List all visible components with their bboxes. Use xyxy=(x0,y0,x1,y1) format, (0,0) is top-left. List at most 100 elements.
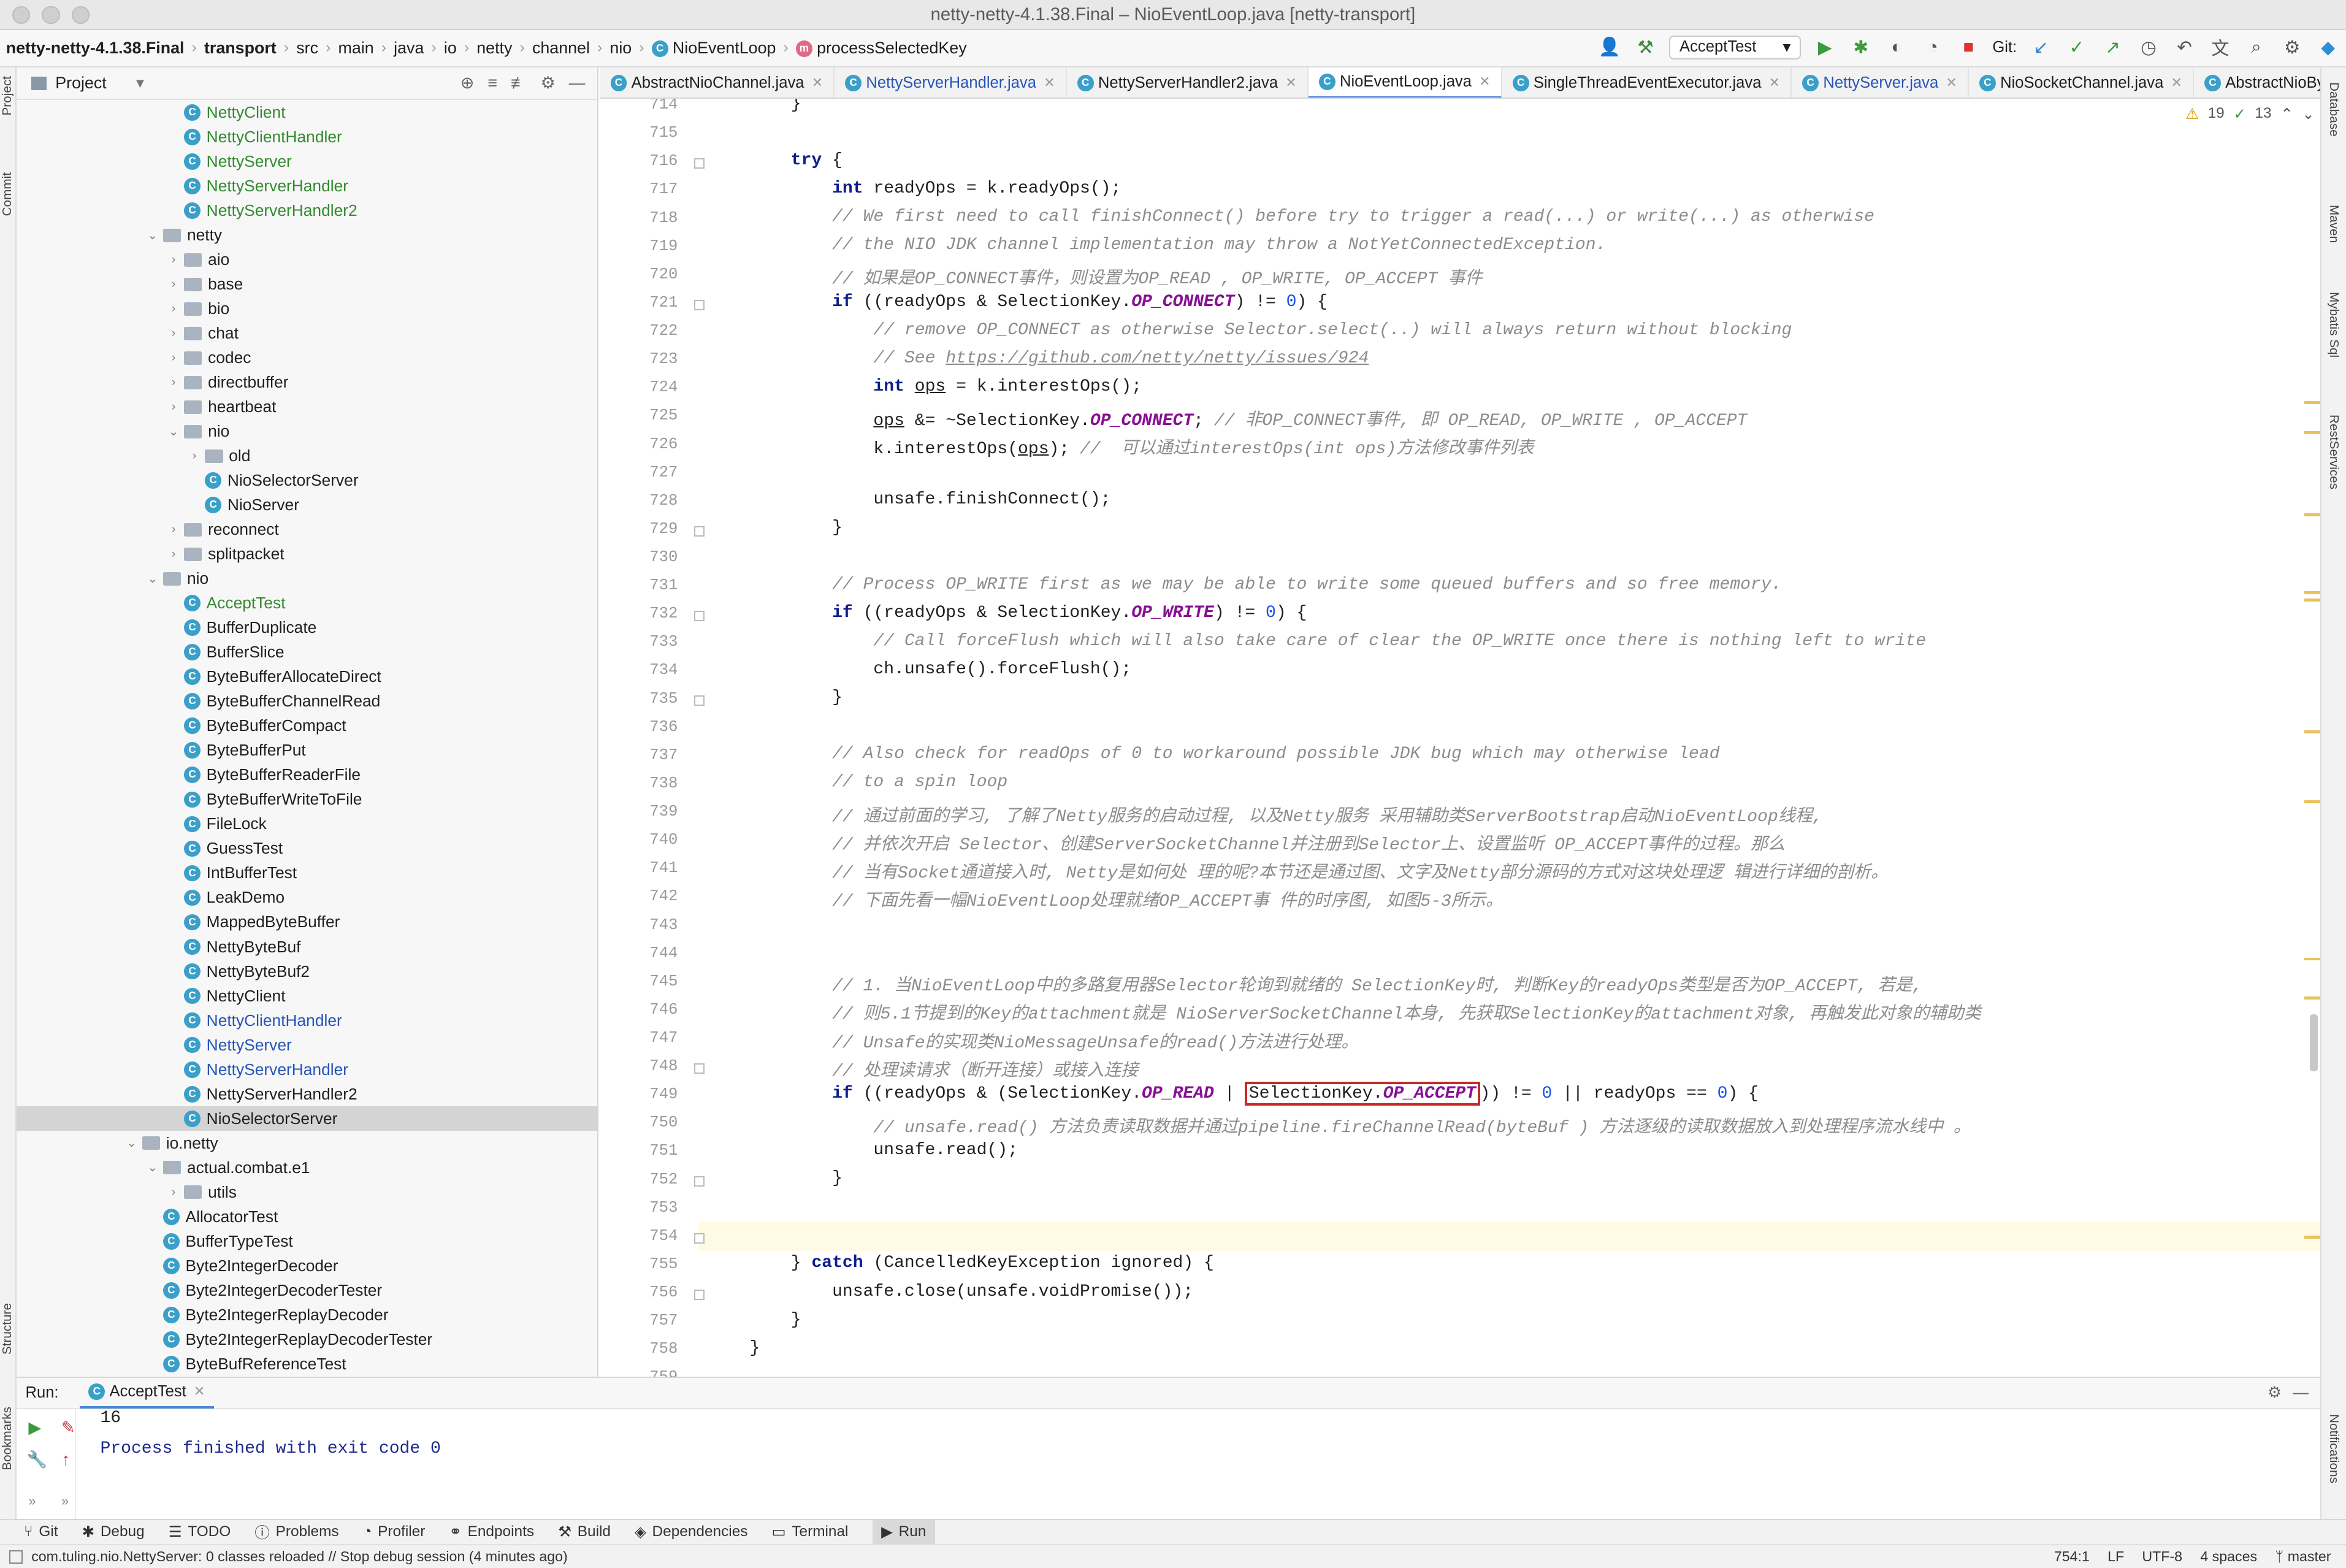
code-line[interactable]: if ((readyOps & SelectionKey.OP_CONNECT)… xyxy=(749,293,1328,312)
caret-position[interactable]: 754:1 xyxy=(2054,1548,2090,1565)
error-stripe-mark[interactable] xyxy=(2304,1236,2321,1239)
close-tab-icon[interactable]: ✕ xyxy=(194,1383,205,1399)
project-tool-button[interactable]: Project xyxy=(0,76,17,116)
fold-marker[interactable] xyxy=(694,610,705,622)
close-tab-icon[interactable]: ✕ xyxy=(1479,74,1490,90)
git-update-icon[interactable]: ↙ xyxy=(2029,37,2053,58)
fold-marker[interactable] xyxy=(694,299,705,310)
error-stripe-mark[interactable] xyxy=(2304,599,2321,602)
close-tab-icon[interactable]: ✕ xyxy=(2171,75,2182,91)
tree-item[interactable]: C ByteBufferCompact xyxy=(17,714,346,738)
chevron-down-icon[interactable]: ▼ xyxy=(134,75,147,91)
tree-item[interactable]: C NettyServer xyxy=(17,150,292,174)
tree-item[interactable]: C NettyByteBuf xyxy=(17,935,300,959)
editor-tab[interactable]: C NettyServer.java ✕ xyxy=(1792,67,1969,98)
code-line[interactable]: // to a spin loop xyxy=(749,773,1007,792)
code-line[interactable]: // 下面先看一幅NioEventLoop处理就绪OP_ACCEPT事 件的时序… xyxy=(749,886,1503,911)
prev-highlight-icon[interactable]: ⌃ xyxy=(2280,105,2293,123)
chevron-right-icon[interactable]: › xyxy=(163,522,184,537)
code-line[interactable]: // 当有Socket通道接入时, Netty是如何处 理的呢?本节还是通过图、… xyxy=(749,858,1888,883)
tool-dependencies-button[interactable]: ◈ Dependencies xyxy=(635,1523,747,1541)
tree-item[interactable]: C NettyServerHandler2 xyxy=(17,1082,357,1106)
code-line[interactable]: unsafe.finishConnect(); xyxy=(749,490,1110,509)
run-tab-accepttest[interactable]: C AcceptTest ✕ xyxy=(79,1377,214,1409)
locate-icon[interactable]: ⊕ xyxy=(460,74,474,93)
code-line[interactable]: // unsafe.read() 方法负责读取数据并通过pipeline.fir… xyxy=(749,1112,1971,1138)
stop-rerun-icon[interactable]: ✎ xyxy=(61,1418,75,1437)
git-push-icon[interactable]: ↗ xyxy=(2101,37,2125,58)
close-tab-icon[interactable]: ✕ xyxy=(1044,75,1055,91)
close-tab-icon[interactable]: ✕ xyxy=(1946,75,1957,91)
chevron-down-icon[interactable]: ⌄ xyxy=(163,424,184,439)
code-line[interactable]: // 1. 当NioEventLoop中的多路复用器Selector轮询到就绪的… xyxy=(749,971,1922,996)
code-line[interactable]: ch.unsafe().forceFlush(); xyxy=(749,660,1131,679)
tree-item[interactable]: C FileLock xyxy=(17,812,267,836)
status-toggle-icon[interactable] xyxy=(9,1550,23,1564)
code-line[interactable]: unsafe.read(); xyxy=(749,1141,1018,1160)
tree-item[interactable]: ⌄ io.netty xyxy=(17,1131,218,1155)
code-line[interactable]: // 则5.1节提到的Key的attachment就是 NioServerSoc… xyxy=(749,999,1981,1024)
tool-todo-button[interactable]: ☰ TODO xyxy=(169,1523,231,1541)
editor-tab[interactable]: C AbstractNioChannel.java ✕ xyxy=(600,67,835,98)
more-icon[interactable]: » xyxy=(28,1493,36,1509)
tree-item[interactable]: C Byte2IntegerReplayDecoder xyxy=(17,1302,388,1327)
hide-run-panel-icon[interactable]: — xyxy=(2293,1384,2309,1402)
tree-item[interactable]: › splitpacket xyxy=(17,542,285,567)
tree-item[interactable]: C NettyServer xyxy=(17,1033,292,1057)
tool-terminal-button[interactable]: ▭ Terminal xyxy=(772,1523,849,1541)
breadcrumb-item[interactable]: java xyxy=(394,39,424,58)
error-stripe-mark[interactable] xyxy=(2304,513,2321,516)
tree-item[interactable]: C NioSelectorServer xyxy=(17,468,359,493)
code-line[interactable]: // 通过前面的学习, 了解了Netty服务的启动过程, 以及Netty服务 采… xyxy=(749,801,1823,827)
structure-tool-button[interactable]: Structure xyxy=(0,1303,17,1355)
tree-item[interactable]: C Byte2IntegerDecoder xyxy=(17,1253,338,1278)
code-line[interactable]: try { xyxy=(749,151,842,170)
collapse-all-icon[interactable]: ≢ xyxy=(511,74,527,93)
git-branch[interactable]: ᛘ master xyxy=(2275,1548,2331,1565)
chevron-right-icon[interactable]: › xyxy=(163,326,184,340)
close-tab-icon[interactable]: ✕ xyxy=(1285,75,1296,91)
tree-item[interactable]: C BufferTypeTest xyxy=(17,1229,293,1253)
rest-services-tool-button[interactable]: RestServices xyxy=(2326,415,2341,489)
indent-setting[interactable]: 4 spaces xyxy=(2200,1548,2257,1565)
code-line[interactable]: } xyxy=(749,688,842,707)
tool-run-button[interactable]: ▶ Run xyxy=(872,1519,936,1545)
tree-item[interactable]: ⌄ actual.combat.e1 xyxy=(17,1155,310,1180)
line-separator[interactable]: LF xyxy=(2107,1548,2124,1565)
editor-tab[interactable]: C NioEventLoop.java ✕ xyxy=(1308,67,1502,98)
tree-item[interactable]: C ByteBufferPut xyxy=(17,738,306,763)
tree-item[interactable]: › base xyxy=(17,272,243,297)
bookmarks-tool-button[interactable]: Bookmarks xyxy=(0,1407,17,1470)
editor-tab[interactable]: C NettyServerHandler2.java ✕ xyxy=(1067,67,1309,98)
chevron-right-icon[interactable]: › xyxy=(163,547,184,561)
commit-tool-button[interactable]: Commit xyxy=(0,172,17,216)
tree-item[interactable]: ⌄ nio xyxy=(17,567,208,591)
settings-gear-icon[interactable]: ⚙ xyxy=(2280,37,2304,58)
code-line[interactable]: // Call forceFlush which will also take … xyxy=(749,632,1926,651)
tree-item[interactable]: C Byte2IntegerReplayDecoderTester xyxy=(17,1327,432,1352)
chevron-down-icon[interactable]: ⌄ xyxy=(142,1160,163,1175)
tree-item[interactable]: › old xyxy=(17,444,251,468)
code-line[interactable]: int readyOps = k.readyOps(); xyxy=(749,179,1121,198)
tree-item[interactable]: C BufferSlice xyxy=(17,640,285,665)
tree-item[interactable]: › codec xyxy=(17,346,251,370)
editor-scrollbar-thumb[interactable] xyxy=(2310,1014,2318,1072)
tree-item[interactable]: C GuessTest xyxy=(17,836,283,861)
tree-item[interactable]: C BufferDuplicate xyxy=(17,616,316,640)
code-line[interactable]: } xyxy=(749,518,842,537)
tree-item[interactable]: ⌄ netty xyxy=(17,223,222,248)
run-settings-icon[interactable]: ⚙ xyxy=(2268,1383,2282,1402)
error-stripe-mark[interactable] xyxy=(2304,730,2321,733)
fold-marker[interactable] xyxy=(694,1176,705,1187)
chevron-right-icon[interactable]: › xyxy=(184,449,205,463)
code-line[interactable]: int ops = k.interestOps(); xyxy=(749,377,1142,396)
translate-icon[interactable]: 文 xyxy=(2208,34,2232,60)
tree-item[interactable]: C MappedByteBuffer xyxy=(17,910,340,935)
tree-item[interactable]: C NioSelectorServer xyxy=(16,1106,598,1131)
code-line[interactable]: // See https://github.com/netty/netty/is… xyxy=(749,349,1369,368)
tree-item[interactable]: › utils xyxy=(17,1180,237,1204)
run-console-output[interactable]: 16 Process finished with exit code 0 xyxy=(100,1409,440,1466)
tree-item[interactable]: › chat xyxy=(17,321,239,346)
code-line[interactable]: // the NIO JDK channel implementation ma… xyxy=(749,235,1606,254)
code-line[interactable]: // Also check for readOps of 0 to workar… xyxy=(749,744,1719,763)
